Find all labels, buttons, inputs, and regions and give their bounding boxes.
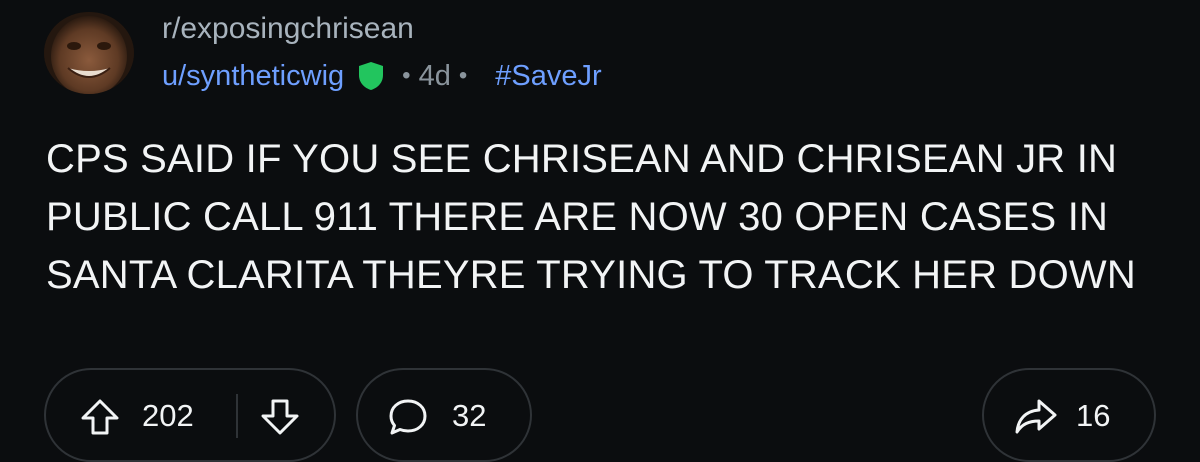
author-link[interactable]: u/syntheticwig — [162, 60, 344, 93]
vote-divider — [236, 394, 238, 438]
post-flair[interactable]: #SaveJr — [495, 60, 601, 93]
subreddit-name[interactable]: r/exposingchrisean — [162, 12, 414, 46]
arrow-up-icon[interactable] — [80, 398, 120, 436]
share-arrow-icon — [1014, 398, 1058, 436]
vote-bar: 202 — [44, 368, 336, 462]
avatar-image — [44, 12, 134, 94]
vote-score: 202 — [142, 398, 194, 433]
separator-dot: • — [402, 62, 411, 89]
share-button[interactable]: 16 — [982, 368, 1156, 462]
shield-icon — [358, 61, 384, 91]
share-count: 16 — [1076, 398, 1111, 433]
post-meta: u/syntheticwig • 4d • #SaveJr — [162, 58, 602, 94]
comment-count: 32 — [452, 398, 487, 433]
comments-button[interactable]: 32 — [356, 368, 532, 462]
separator-dot: • — [458, 62, 468, 89]
subreddit-avatar[interactable] — [44, 12, 134, 94]
post-age: 4d — [418, 59, 451, 92]
arrow-down-icon[interactable] — [260, 398, 300, 436]
post-card: r/exposingchrisean u/syntheticwig • 4d •… — [0, 0, 1200, 462]
speech-bubble-icon — [388, 398, 428, 436]
post-title[interactable]: CPS SAID IF YOU SEE CHRISEAN AND CHRISEA… — [46, 130, 1176, 304]
